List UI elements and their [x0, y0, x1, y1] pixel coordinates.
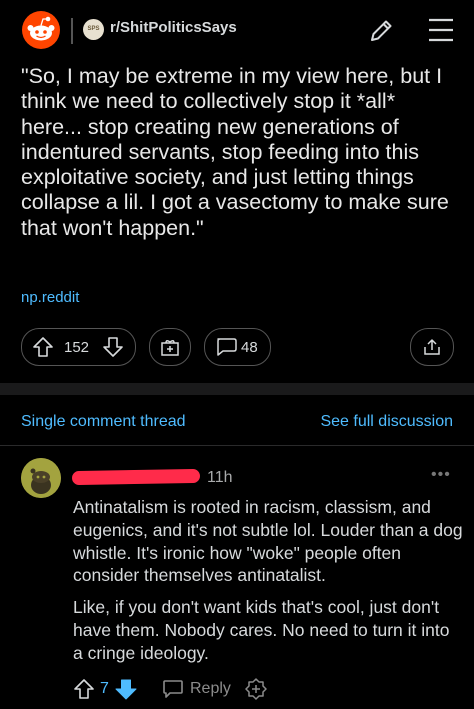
snoo-avatar-icon — [21, 458, 61, 498]
subreddit-name[interactable]: r/ShitPoliticsSays — [110, 19, 237, 36]
subreddit-avatar[interactable]: SPS — [83, 19, 104, 40]
downvote-icon[interactable] — [102, 336, 124, 358]
thread-bar: Single comment thread See full discussio… — [0, 395, 474, 446]
reply-button[interactable]: Reply — [190, 680, 231, 698]
reddit-logo-icon[interactable] — [22, 11, 60, 49]
comments-button[interactable]: 48 — [204, 328, 271, 366]
section-separator — [0, 383, 474, 395]
comment-timestamp: 11h — [207, 469, 233, 486]
top-bar: SPS r/ShitPoliticsSays — [0, 0, 474, 62]
comment-count: 48 — [241, 339, 258, 356]
comment-icon — [217, 338, 237, 356]
award-icon — [161, 339, 179, 356]
post-link[interactable]: np.reddit — [21, 289, 79, 306]
comment-paragraph-1: Antinatalism is rooted in racism, classi… — [73, 497, 463, 586]
see-full-discussion-link[interactable]: See full discussion — [320, 413, 453, 431]
menu-icon[interactable] — [428, 17, 454, 43]
share-icon — [424, 339, 440, 355]
header-divider — [71, 18, 73, 44]
avatar[interactable] — [21, 458, 61, 498]
post-vote-count: 152 — [64, 339, 90, 356]
reply-icon[interactable] — [162, 678, 184, 700]
post-vote-control: 152 — [21, 328, 136, 366]
comment-score: 7 — [100, 680, 109, 697]
share-button[interactable] — [410, 328, 454, 366]
pencil-icon[interactable] — [368, 18, 394, 44]
comment-action-row: 7 Reply — [73, 676, 373, 704]
single-comment-thread-link[interactable]: Single comment thread — [21, 413, 186, 431]
more-options-icon[interactable]: ••• — [431, 466, 451, 484]
upvote-icon[interactable] — [32, 336, 54, 358]
comment-paragraph-2: Like, if you don't want kids that's cool… — [73, 597, 450, 663]
comment-downvote-icon[interactable] — [115, 678, 137, 700]
comment-upvote-icon[interactable] — [73, 678, 95, 700]
comment-award-icon[interactable] — [245, 678, 267, 700]
post-body: "So, I may be extreme in my view here, b… — [21, 64, 449, 240]
award-button[interactable] — [149, 328, 191, 366]
redacted-username — [71, 468, 201, 486]
